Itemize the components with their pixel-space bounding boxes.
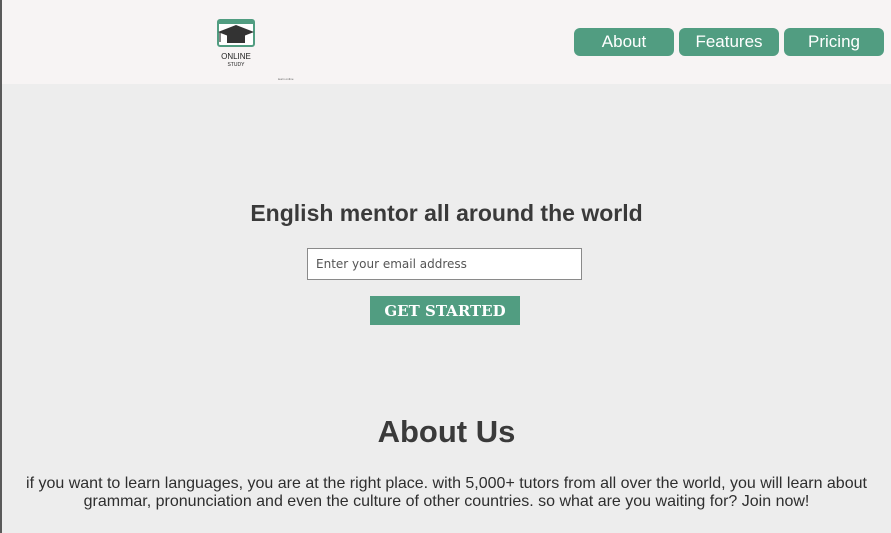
site-header: ONLINE STUDY learn online About Features… — [2, 0, 891, 84]
online-study-logo[interactable]: ONLINE STUDY — [210, 18, 262, 70]
logo-tagline: learn online — [278, 77, 294, 81]
graduation-cap-base — [227, 34, 245, 43]
nav-features-button[interactable]: Features — [679, 28, 779, 56]
main-nav: About Features Pricing — [574, 28, 884, 56]
about-text: if you want to learn languages, you are … — [26, 475, 867, 510]
about-title: About Us — [377, 414, 516, 449]
nav-about-button[interactable]: About — [574, 28, 674, 56]
page: ONLINE STUDY learn online About Features… — [0, 0, 891, 533]
email-input[interactable] — [307, 248, 582, 280]
nav-pricing-button[interactable]: Pricing — [784, 28, 884, 56]
hero-title: English mentor all around the world — [250, 200, 643, 226]
logo-line-2: STUDY — [228, 62, 246, 68]
logo-screen-bar — [218, 20, 254, 24]
logo-line-1: ONLINE — [221, 52, 251, 61]
get-started-button[interactable]: GET STARTED — [370, 296, 520, 325]
